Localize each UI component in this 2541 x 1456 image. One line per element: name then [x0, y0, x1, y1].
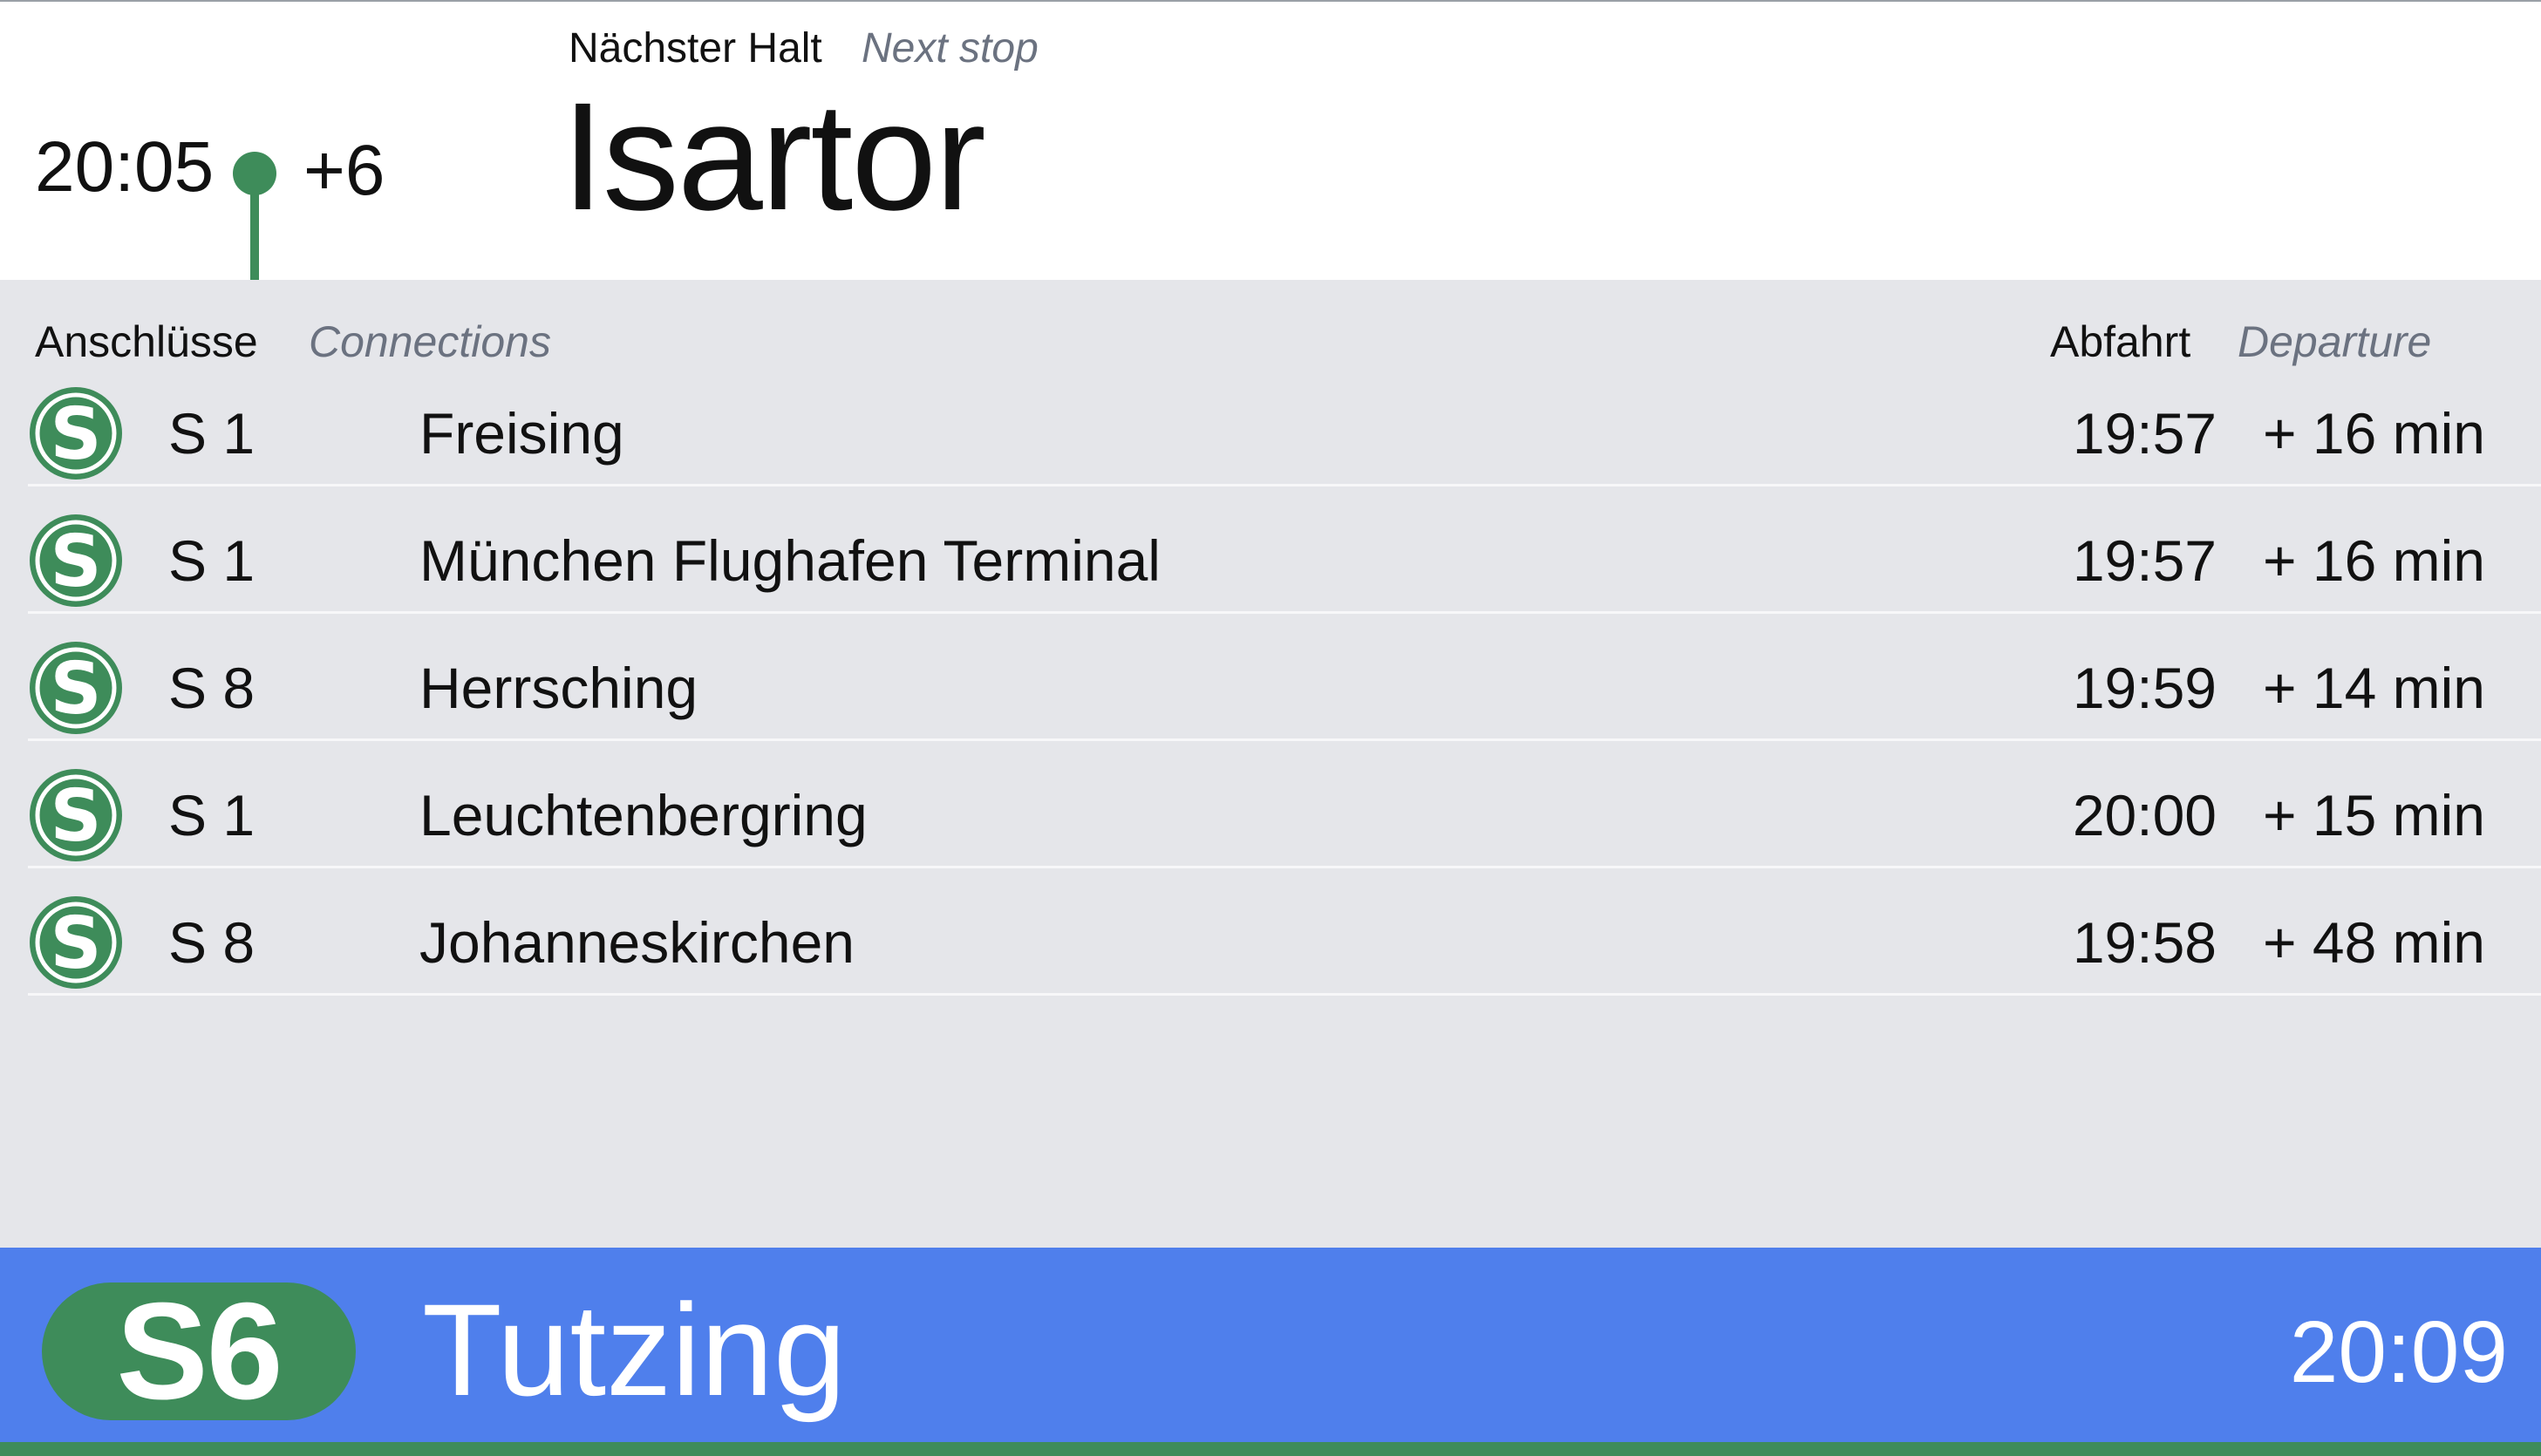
svg-text:S: S — [50, 775, 101, 858]
svg-text:S: S — [50, 393, 101, 476]
svg-text:S: S — [50, 648, 101, 731]
connection-destination: Leuchtenbergring — [419, 783, 868, 847]
connection-destination: München Flughafen Terminal — [419, 528, 1161, 593]
connection-wait-time: + 16 min — [2263, 401, 2485, 466]
s-bahn-icon: S — [30, 769, 122, 861]
current-line-footer: S6 Tutzing 20:09 — [0, 1248, 2541, 1442]
current-time: 20:05 — [35, 127, 215, 207]
footer-line-strip — [0, 1442, 2541, 1456]
arrival-time: 20:09 — [2289, 1303, 2508, 1401]
connection-destination: Johanneskirchen — [419, 910, 855, 975]
connection-row: S S 1 Leuchtenbergring 20:00 + 15 min — [28, 740, 2541, 868]
final-destination: Tutzing — [422, 1276, 847, 1423]
next-stop-header: 20:05 +6 Nächster Halt Next stop Isartor — [0, 2, 2541, 282]
s-bahn-icon: S — [30, 642, 122, 734]
svg-text:S: S — [50, 902, 101, 985]
current-position-dot-icon — [233, 152, 276, 195]
next-stop-name: Isartor — [562, 71, 986, 242]
route-line-segment — [250, 185, 259, 282]
connection-destination: Freising — [419, 401, 624, 466]
line-badge: S6 — [42, 1283, 356, 1420]
connection-line: S 8 — [168, 910, 255, 975]
connection-wait-time: + 48 min — [2263, 910, 2485, 975]
connection-wait-time: + 14 min — [2263, 656, 2485, 720]
line-badge-label: S6 — [116, 1275, 283, 1428]
connection-line: S 1 — [168, 528, 255, 593]
connection-departure-time: 19:57 — [2072, 528, 2217, 593]
connection-destination: Herrsching — [419, 656, 698, 720]
connection-row: S S 8 Herrsching 19:59 + 14 min — [28, 613, 2541, 741]
next-stop-label-en: Next stop — [862, 25, 1039, 71]
connection-row: S S 1 Freising 19:57 + 16 min — [28, 358, 2541, 486]
connection-departure-time: 19:57 — [2072, 401, 2217, 466]
connection-line: S 1 — [168, 401, 255, 466]
connection-row: S S 8 Johanneskirchen 19:58 + 48 min — [28, 867, 2541, 996]
connection-departure-time: 20:00 — [2072, 783, 2217, 847]
svg-text:S: S — [50, 520, 101, 603]
next-stop-label: Nächster Halt — [569, 25, 822, 71]
delay-minutes: +6 — [303, 131, 385, 210]
connection-line: S 8 — [168, 656, 255, 720]
connection-departure-time: 19:59 — [2072, 656, 2217, 720]
connection-departure-time: 19:58 — [2072, 910, 2217, 975]
s-bahn-icon: S — [30, 387, 122, 480]
connection-row: S S 1 München Flughafen Terminal 19:57 + 16 … — [28, 486, 2541, 614]
connections-panel: Anschlüsse Connections Abfahrt Departure… — [0, 280, 2541, 1248]
connection-wait-time: + 16 min — [2263, 528, 2485, 593]
connection-line: S 1 — [168, 783, 255, 847]
s-bahn-icon: S — [30, 514, 122, 607]
connection-wait-time: + 15 min — [2263, 783, 2485, 847]
s-bahn-icon: S — [30, 896, 122, 989]
